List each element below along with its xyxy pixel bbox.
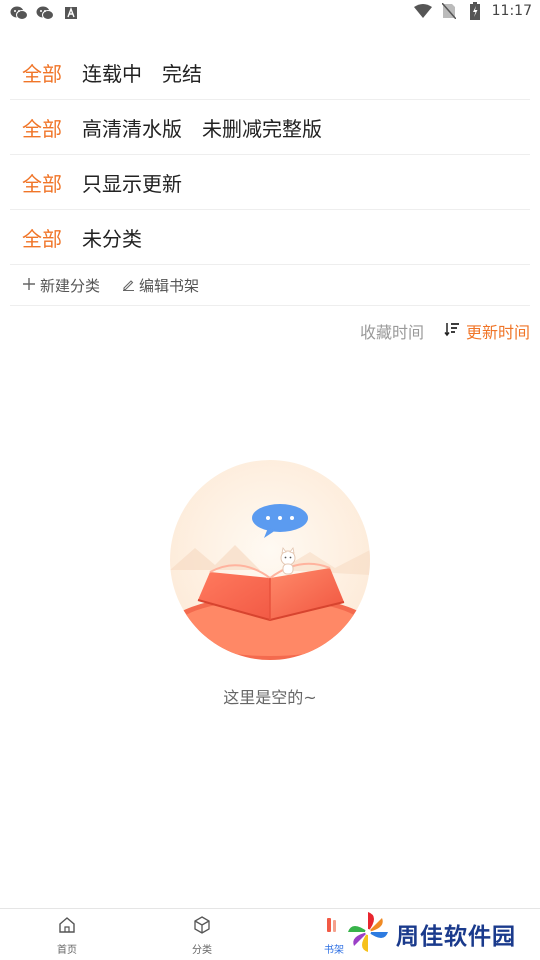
battery-charging-icon	[466, 2, 484, 20]
open-book-illustration	[170, 460, 370, 660]
new-category-button[interactable]: 新建分类	[22, 275, 100, 296]
filter-option-clean-version[interactable]: 高清清水版	[82, 113, 182, 142]
font-app-icon	[62, 4, 80, 22]
filter-row-version: 全部 高清清水版 未删减完整版	[10, 100, 530, 155]
nav-category-label: 分类	[192, 945, 212, 956]
watermark-text: 周佳软件园	[396, 924, 516, 950]
empty-state-text: 这里是空的~	[223, 688, 317, 707]
filter-option-serializing[interactable]: 连载中	[82, 58, 142, 87]
nav-bookshelf-label: 书架	[324, 945, 344, 956]
status-bar: 11:17	[0, 0, 540, 26]
filter-option-finished[interactable]: 完结	[162, 58, 202, 87]
filter-option-uncut-version[interactable]: 未删减完整版	[202, 113, 322, 142]
nav-home[interactable]: 首页	[37, 915, 97, 956]
filter-all-option[interactable]: 全部	[22, 223, 62, 252]
sort-bar: 收藏时间 更新时间	[360, 318, 530, 344]
filter-all-option[interactable]: 全部	[22, 58, 62, 87]
pencil-icon	[122, 277, 135, 295]
cube-icon	[192, 915, 212, 939]
sort-by-update-time[interactable]: 更新时间	[444, 319, 530, 343]
plus-icon	[22, 277, 36, 295]
sort-desc-icon	[444, 321, 460, 341]
shelf-tools: 新建分类 编辑书架	[10, 266, 530, 306]
sort-by-favorite-time[interactable]: 收藏时间	[360, 319, 424, 343]
wechat-icon	[36, 4, 54, 22]
edit-shelf-label: 编辑书架	[139, 277, 200, 295]
no-sim-icon	[440, 2, 458, 20]
filter-row-category: 全部 未分类	[10, 210, 530, 265]
bookshelf-icon	[324, 915, 344, 939]
new-category-label: 新建分类	[40, 277, 101, 295]
filter-all-option[interactable]: 全部	[22, 168, 62, 197]
home-icon	[57, 915, 77, 939]
edit-shelf-button[interactable]: 编辑书架	[122, 275, 199, 296]
nav-home-label: 首页	[57, 945, 77, 956]
filter-option-uncategorized[interactable]: 未分类	[82, 223, 142, 252]
filter-option-updated-only[interactable]: 只显示更新	[82, 168, 182, 197]
filter-row-updates: 全部 只显示更新	[10, 155, 530, 210]
wechat-icon	[10, 4, 28, 22]
sort-update-label: 更新时间	[465, 323, 530, 342]
filter-all-option[interactable]: 全部	[22, 113, 62, 142]
pinwheel-logo	[346, 910, 390, 958]
status-time: 11:17	[491, 3, 532, 19]
nav-category[interactable]: 分类	[172, 915, 232, 956]
watermark: 周佳软件园	[346, 910, 536, 958]
wifi-icon	[413, 2, 432, 20]
filter-row-status: 全部 连载中 完结	[10, 45, 530, 100]
